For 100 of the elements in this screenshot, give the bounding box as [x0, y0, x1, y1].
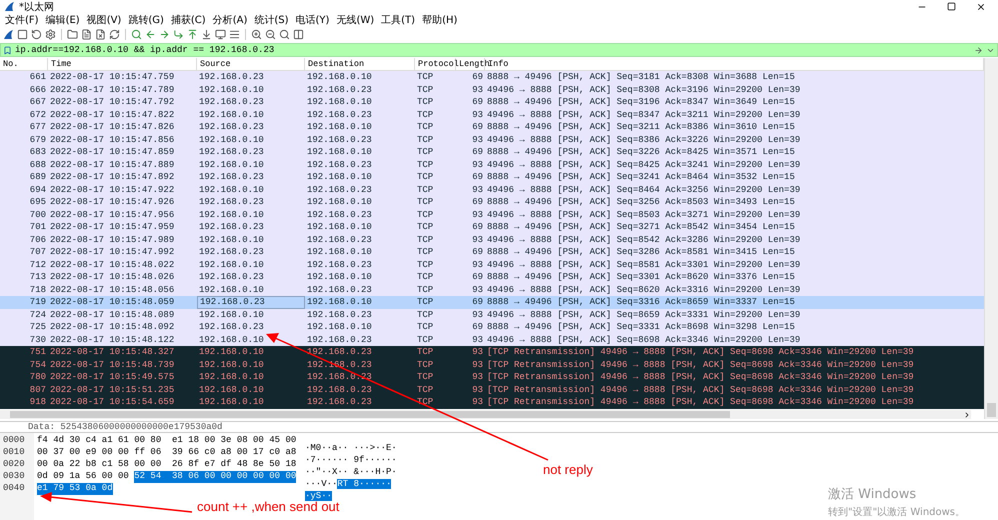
bookmark-icon[interactable]	[3, 46, 12, 54]
display-filter-field[interactable]: ip.addr==192.168.0.10 && ip.addr == 192.168.0.23	[15, 45, 971, 55]
packet-row[interactable]: 677 2022-08-17 10:15:47.826 192.168.0.23 192.168.0.10 TCP 69 8888 → 49496 [PSH, ACK] Seq=3211 Ack=8386 Win=3610 Len=15	[0, 121, 984, 134]
retransmission-row[interactable]: 807 2022-08-17 10:15:51.235 192.168.0.10 192.168.0.23 TCP 93 [TCP Retransmission] 49496 → 8888 [PSH, ACK] Seq=8698 Ack=3346 Win=29200 Len=39	[0, 384, 984, 396]
stop-icon[interactable]	[17, 29, 28, 40]
retransmission-row[interactable]: 751 2022-08-17 10:15:48.327 192.168.0.10 192.168.0.23 TCP 93 [TCP Retransmission] 49496 → 8888 [PSH, ACK] Seq=8698 Ack=3346 Win=29200 Len=39	[0, 346, 984, 358]
column-header[interactable]: No.	[0, 58, 48, 70]
packet-row[interactable]: 712 2022-08-17 10:15:48.022 192.168.0.10 192.168.0.23 TCP 93 49496 → 8888 [PSH, ACK] Seq=8581 Ack=3301 Win=29200 Len=39	[0, 258, 984, 271]
packet-row[interactable]: 688 2022-08-17 10:15:47.889 192.168.0.10 192.168.0.23 TCP 93 49496 → 8888 [PSH, ACK] Seq=8425 Ack=3241 Win=29200 Len=39	[0, 158, 984, 171]
close-file-icon[interactable]	[95, 29, 106, 40]
file-icon[interactable]	[81, 29, 92, 40]
packet-row[interactable]: 679 2022-08-17 10:15:47.856 192.168.0.10 192.168.0.23 TCP 93 49496 → 8888 [PSH, ACK] Seq=8386 Ack=3226 Win=29200 Len=39	[0, 134, 984, 146]
scroll-right-icon[interactable]	[963, 410, 971, 418]
right-arrow-icon[interactable]	[159, 29, 170, 40]
table-cell-text: 2022-08-17 10:15:47.992	[49, 246, 176, 258]
packet-row[interactable]: 683 2022-08-17 10:15:47.859 192.168.0.23 192.168.0.10 TCP 69 8888 → 49496 [PSH, ACK] Seq=3226 Ack=8425 Win=3571 Len=15	[0, 146, 984, 158]
menu-item[interactable]: 捕获(C)	[170, 13, 206, 27]
vertical-scrollbar[interactable]	[984, 58, 998, 419]
column-header[interactable]: Time	[48, 58, 197, 70]
apply-arrow-icon[interactable]	[974, 46, 983, 54]
menu-item[interactable]: 分析(A)	[212, 13, 248, 27]
table-cell-text: 49496 → 8888 [PSH, ACK] Seq=8542 Ack=3286 Win=29200 Len=39	[486, 234, 802, 246]
table-cell-text: 2022-08-17 10:15:51.235	[49, 384, 176, 396]
table-cell-text: TCP	[416, 396, 434, 408]
fin-icon[interactable]	[3, 29, 14, 40]
packet-row[interactable]: 701 2022-08-17 10:15:47.959 192.168.0.23 192.168.0.10 TCP 69 8888 → 49496 [PSH, ACK] Seq=3271 Ack=8542 Win=3454 Len=15	[0, 221, 984, 234]
ascii-bytes: ·7······ 9f······	[305, 455, 397, 465]
folder-icon[interactable]	[67, 29, 78, 40]
menu-item[interactable]: 编辑(E)	[46, 13, 80, 27]
reload-icon[interactable]	[109, 29, 120, 40]
menu-item[interactable]: 跳转(G)	[128, 13, 164, 27]
table-cell-text: 8888 → 49496 [PSH, ACK] Seq=3286 Ack=8581 Win=3415 Len=15	[486, 246, 796, 258]
search-icon[interactable]	[131, 29, 142, 40]
close-icon[interactable]	[976, 2, 986, 12]
packet-row[interactable]: 713 2022-08-17 10:15:48.026 192.168.0.23 192.168.0.10 TCP 69 8888 → 49496 [PSH, ACK] Seq=3301 Ack=8620 Win=3376 Len=15	[0, 271, 984, 284]
table-cell: 192.168.0.23	[197, 296, 305, 308]
packet-row[interactable]: 730 2022-08-17 10:15:48.122 192.168.0.10 192.168.0.23 TCP 93 49496 → 8888 [PSH, ACK] Seq=8698 Ack=3346 Win=29200 Len=39	[0, 334, 984, 346]
left-arrow-icon[interactable]	[145, 29, 156, 40]
menu-item[interactable]: 无线(W)	[336, 13, 374, 27]
zoom-in-icon[interactable]	[251, 29, 262, 40]
bottom-arrow-icon[interactable]	[201, 29, 212, 40]
packet-row[interactable]: 672 2022-08-17 10:15:47.822 192.168.0.10 192.168.0.23 TCP 93 49496 → 8888 [PSH, ACK] Seq=8347 Ack=3211 Win=29200 Len=39	[0, 108, 984, 121]
menu-item[interactable]: 帮助(H)	[422, 13, 458, 27]
hex-bytes: 0d 09 1a 56 00 00	[37, 471, 130, 483]
packet-row[interactable]: 724 2022-08-17 10:15:48.089 192.168.0.10 192.168.0.23 TCP 93 49496 → 8888 [PSH, ACK] Seq=8659 Ack=3331 Win=29200 Len=39	[0, 308, 984, 321]
table-cell-text: 2022-08-17 10:15:47.926	[49, 196, 176, 208]
menu-item[interactable]: 视图(V)	[86, 13, 122, 27]
maximize-icon[interactable]	[947, 2, 956, 11]
jump-arrow-icon[interactable]	[173, 29, 184, 40]
packet-row[interactable]: 661 2022-08-17 10:15:47.759 192.168.0.23 192.168.0.10 TCP 69 8888 → 49496 [PSH, ACK] Seq=3181 Ack=8308 Win=3688 Len=15	[0, 71, 984, 84]
table-cell-text: 192.168.0.23	[306, 234, 373, 246]
table-cell-text: 192.168.0.10	[306, 146, 373, 158]
table-cell-text: 192.168.0.23	[198, 171, 265, 184]
packet-row[interactable]: 725 2022-08-17 10:15:48.092 192.168.0.23 192.168.0.10 TCP 69 8888 → 49496 [PSH, ACK] Seq=3331 Ack=8698 Win=3298 Len=15	[0, 321, 984, 334]
top-arrow-icon[interactable]	[187, 29, 198, 40]
window-title: *以太网	[19, 0, 55, 14]
packet-row[interactable]: 719 2022-08-17 10:15:48.059 192.168.0.23 192.168.0.10 TCP 69 8888 → 49496 [PSH, ACK] Seq=3316 Ack=8659 Win=3337 Len=15	[0, 296, 984, 308]
activation-title: 激活 Windows	[828, 486, 918, 503]
table-cell-text: 712	[28, 258, 47, 271]
packet-row[interactable]: 689 2022-08-17 10:15:47.892 192.168.0.23 192.168.0.10 TCP 69 8888 → 49496 [PSH, ACK] Seq=3241 Ack=8464 Win=3532 Len=15	[0, 171, 984, 184]
packet-row[interactable]: 666 2022-08-17 10:15:47.789 192.168.0.10 192.168.0.23 TCP 93 49496 → 8888 [PSH, ACK] Seq=8308 Ack=3196 Win=29200 Len=39	[0, 84, 984, 96]
zoom-out-icon[interactable]	[265, 29, 276, 40]
table-cell-text: 49496 → 8888 [PSH, ACK] Seq=8581 Ack=3301 Win=29200 Len=39	[486, 258, 802, 271]
table-cell-text: 2022-08-17 10:15:47.792	[49, 96, 176, 108]
table-cell-text: 694	[28, 184, 47, 196]
packet-row[interactable]: 667 2022-08-17 10:15:47.792 192.168.0.23 192.168.0.10 TCP 69 8888 → 49496 [PSH, ACK] Seq=3196 Ack=8347 Win=3649 Len=15	[0, 96, 984, 108]
monitor-icon[interactable]	[215, 29, 226, 40]
settings-icon[interactable]	[45, 29, 56, 40]
packet-row[interactable]: 718 2022-08-17 10:15:48.056 192.168.0.10 192.168.0.23 TCP 93 49496 → 8888 [PSH, ACK] Seq=8620 Ack=3316 Win=29200 Len=39	[0, 284, 984, 296]
menu-item[interactable]: 工具(T)	[381, 13, 416, 27]
columns-icon[interactable]	[293, 29, 304, 40]
byte-offset: 0020	[2, 459, 25, 471]
column-header[interactable]: Destination	[305, 58, 415, 70]
table-cell-text: 192.168.0.10	[198, 334, 265, 346]
table-cell-text: 192.168.0.23	[306, 108, 373, 121]
magnifier-icon[interactable]	[279, 29, 290, 40]
menu-item[interactable]: 统计(S)	[254, 13, 289, 27]
column-header[interactable]: Protocol	[415, 58, 456, 70]
table-cell-text: 192.168.0.10	[306, 171, 373, 184]
table-cell-text: TCP	[416, 134, 434, 146]
table-cell-text: 2022-08-17 10:15:48.089	[49, 308, 176, 321]
packet-row[interactable]: 706 2022-08-17 10:15:47.989 192.168.0.10 192.168.0.23 TCP 93 49496 → 8888 [PSH, ACK] Seq=8542 Ack=3286 Win=29200 Len=39	[0, 234, 984, 246]
menu-item[interactable]: 文件(F)	[5, 13, 39, 27]
restart-icon[interactable]	[31, 29, 42, 40]
filter-field[interactable]: ip.addr==192.168.0.10 && ip.addr == 192.168.0.23	[0, 43, 998, 57]
table-cell-text: 192.168.0.10	[198, 84, 265, 96]
table-cell-text: 192.168.0.10	[306, 321, 373, 334]
horizontal-scrollbar[interactable]	[0, 410, 971, 419]
packet-row[interactable]: 707 2022-08-17 10:15:47.992 192.168.0.23 192.168.0.10 TCP 69 8888 → 49496 [PSH, ACK] Seq=3286 Ack=8581 Win=3415 Len=15	[0, 246, 984, 258]
menu-item[interactable]: 电话(Y)	[296, 13, 330, 27]
column-header[interactable]: Source	[197, 58, 305, 70]
table-cell-text: 2022-08-17 10:15:47.859	[49, 146, 176, 158]
table-cell-text: 192.168.0.10	[198, 184, 265, 196]
lines-icon[interactable]	[229, 29, 240, 40]
table-cell-text: 192.168.0.10	[198, 346, 265, 358]
packet-row[interactable]: 694 2022-08-17 10:15:47.922 192.168.0.10 192.168.0.23 TCP 93 49496 → 8888 [PSH, ACK] Seq=8464 Ack=3256 Win=29200 Len=39	[0, 184, 984, 196]
retransmission-row[interactable]: 918 2022-08-17 10:15:54.659 192.168.0.10 192.168.0.23 TCP 93 [TCP Retransmission] 49496 → 8888 [PSH, ACK] Seq=8698 Ack=3346 Win=29200 Len=39	[0, 396, 984, 408]
packet-row[interactable]: 700 2022-08-17 10:15:47.956 192.168.0.10 192.168.0.23 TCP 93 49496 → 8888 [PSH, ACK] Seq=8503 Ack=3271 Win=29200 Len=39	[0, 208, 984, 221]
table-cell-text: 49496 → 8888 [PSH, ACK] Seq=8503 Ack=3271 Win=29200 Len=39	[486, 208, 802, 221]
packet-row[interactable]: 695 2022-08-17 10:15:47.926 192.168.0.23 192.168.0.10 TCP 69 8888 → 49496 [PSH, ACK] Seq=3256 Ack=8503 Win=3493 Len=15	[0, 196, 984, 208]
